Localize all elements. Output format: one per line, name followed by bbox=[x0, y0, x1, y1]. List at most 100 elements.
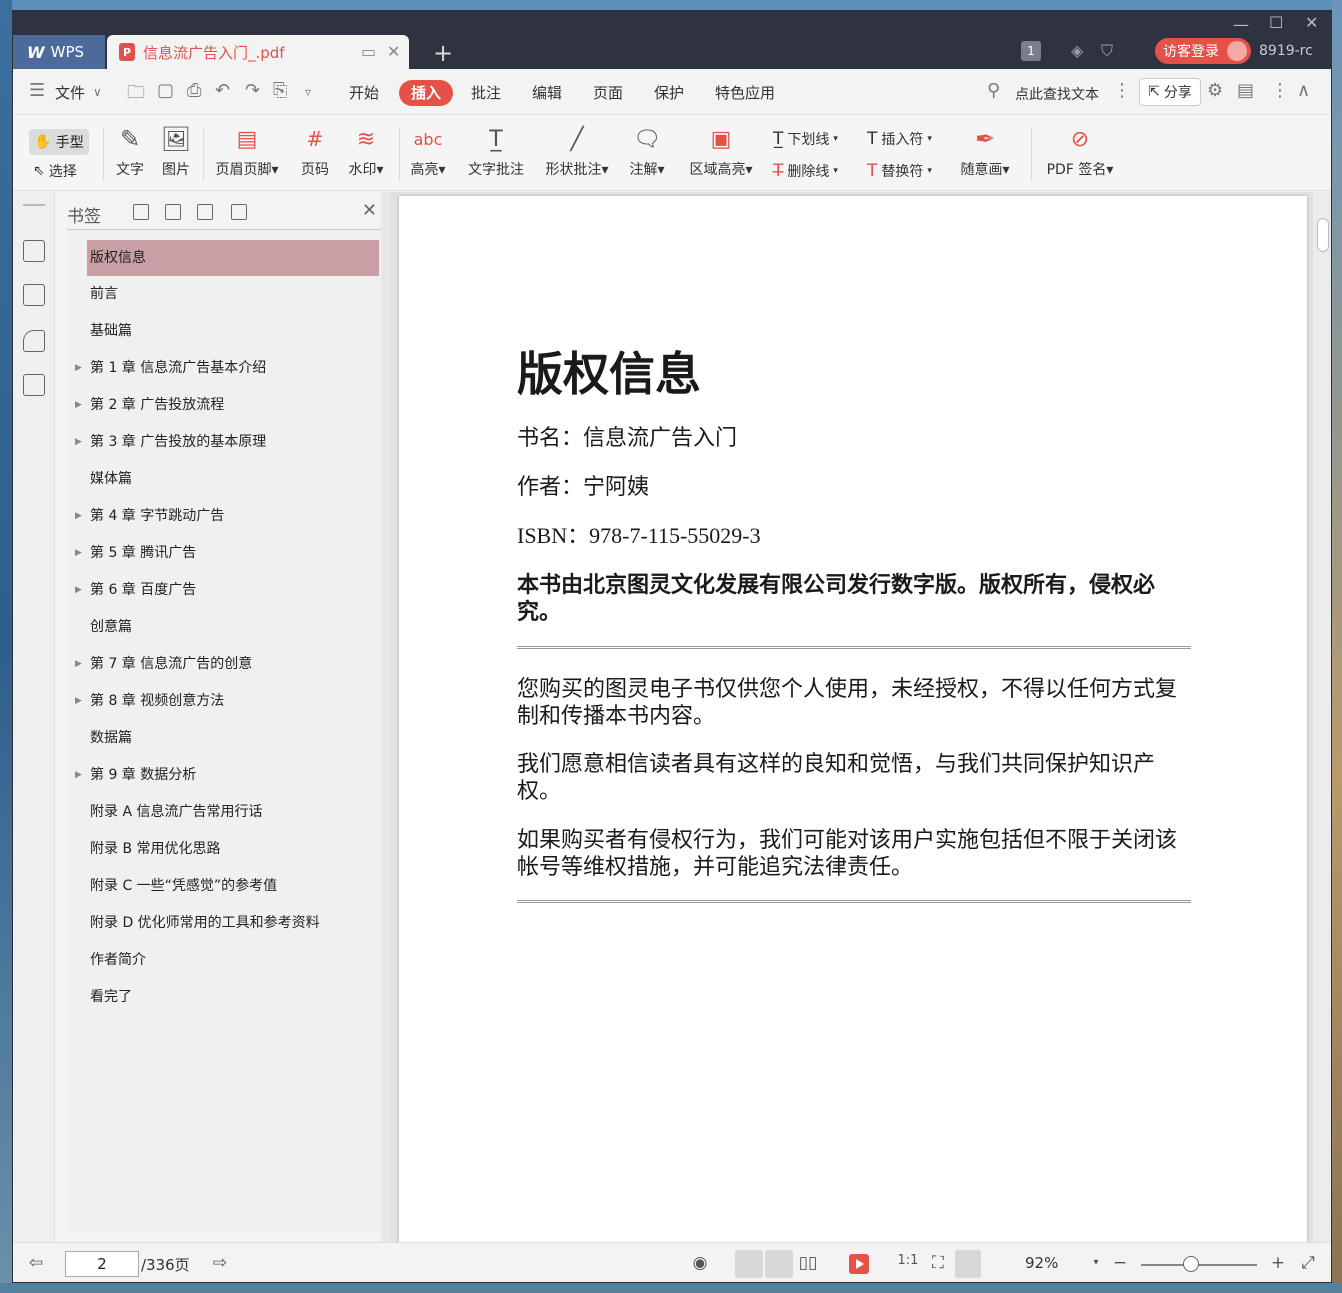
expand-arrow-icon[interactable]: ▶ bbox=[75, 683, 82, 720]
document-scrollbar[interactable] bbox=[1313, 192, 1331, 1242]
bookmark-item[interactable]: 前言 bbox=[87, 276, 379, 313]
bookmark-item[interactable]: 基础篇 bbox=[87, 313, 379, 350]
insert-char-button[interactable]: T 插入符 ▾ bbox=[867, 129, 932, 149]
play-icon[interactable] bbox=[849, 1254, 869, 1274]
collapse-ribbon-icon[interactable]: ∧ bbox=[1297, 80, 1310, 101]
wps-home-tab[interactable]: W WPS bbox=[13, 35, 105, 69]
fit-width-button[interactable] bbox=[955, 1250, 981, 1278]
header-footer-button[interactable]: ▤ 页眉页脚▾ bbox=[209, 121, 285, 179]
page-number-input[interactable]: 2 bbox=[65, 1251, 139, 1277]
expand-arrow-icon[interactable]: ▶ bbox=[75, 424, 82, 461]
scrollbar-thumb[interactable] bbox=[1317, 218, 1329, 252]
expand-arrow-icon[interactable]: ▶ bbox=[75, 350, 82, 387]
sign-panel-icon[interactable] bbox=[23, 374, 45, 396]
screen-icon[interactable]: ▭ bbox=[361, 42, 376, 61]
expand-arrow-icon[interactable]: ▶ bbox=[75, 498, 82, 535]
minimize-icon[interactable]: — bbox=[1233, 15, 1249, 34]
bookmark-item[interactable]: 附录 D 优化师常用的工具和参考资料 bbox=[87, 905, 379, 942]
file-menu[interactable]: 文件 bbox=[55, 82, 85, 103]
more-quick-icon[interactable]: ▿ bbox=[305, 85, 311, 99]
new-tab-button[interactable]: + bbox=[433, 39, 453, 67]
bookmark-item[interactable]: 附录 C 一些“凭感觉”的参考值 bbox=[87, 868, 379, 905]
search-text[interactable]: 点此查找文本 bbox=[1015, 84, 1099, 104]
shape-comment-button[interactable]: ╱ 形状批注▾ bbox=[539, 121, 615, 179]
search-icon[interactable]: ⚲ bbox=[987, 80, 1000, 101]
menu-insert[interactable]: 插入 bbox=[399, 80, 453, 106]
add-child-bookmark-icon[interactable] bbox=[165, 204, 181, 220]
expand-arrow-icon[interactable]: ▶ bbox=[75, 535, 82, 572]
maximize-icon[interactable]: ☐ bbox=[1269, 13, 1283, 32]
bookmark-item[interactable]: ▶ 第 8 章 视频创意方法 bbox=[75, 683, 379, 720]
bookmark-item[interactable]: ▶ 第 2 章 广告投放流程 bbox=[75, 387, 379, 424]
two-page-view-icon[interactable]: ▯▯ bbox=[797, 1253, 819, 1273]
annotation-icon[interactable] bbox=[23, 330, 45, 352]
zoom-level[interactable]: 92% bbox=[1025, 1254, 1058, 1272]
menu-special[interactable]: 特色应用 bbox=[715, 82, 775, 103]
bookmark-item[interactable]: ▶ 第 5 章 腾讯广告 bbox=[75, 535, 379, 572]
fit-page-icon[interactable]: ⛶ bbox=[927, 1253, 949, 1273]
page-number-button[interactable]: # 页码 bbox=[295, 121, 335, 179]
close-tab-icon[interactable]: ✕ bbox=[387, 42, 400, 61]
fullscreen-icon[interactable]: ⤢ bbox=[1297, 1253, 1319, 1273]
expand-arrow-icon[interactable]: ▶ bbox=[75, 572, 82, 609]
export-icon[interactable]: ⎘ bbox=[273, 80, 287, 101]
zoom-slider-knob[interactable] bbox=[1183, 1256, 1199, 1272]
bookmark-item[interactable]: ▶ 第 7 章 信息流广告的创意 bbox=[75, 646, 379, 683]
expand-bookmark-icon[interactable] bbox=[197, 204, 213, 220]
bookmark-icon[interactable] bbox=[231, 204, 247, 220]
note-button[interactable]: 🗨 注解▾ bbox=[625, 121, 669, 179]
bookmark-item[interactable]: ▶ 第 3 章 广告投放的基本原理 bbox=[75, 424, 379, 461]
menu-protect[interactable]: 保护 bbox=[654, 82, 684, 103]
add-bookmark-icon[interactable] bbox=[133, 204, 149, 220]
undo-icon[interactable]: ↶ bbox=[215, 80, 230, 101]
bookmark-item[interactable]: 版权信息 bbox=[87, 240, 379, 276]
bookmark-item[interactable]: 附录 A 信息流广告常用行话 bbox=[87, 794, 379, 831]
menu-page[interactable]: 页面 bbox=[593, 82, 623, 103]
underline-button[interactable]: T̲ 下划线 ▾ bbox=[773, 129, 838, 149]
bookmark-item[interactable]: 创意篇 bbox=[87, 609, 379, 646]
bookmark-item[interactable]: 看完了 bbox=[87, 979, 379, 1016]
zoom-slider-track[interactable] bbox=[1141, 1264, 1257, 1266]
bookmark-item[interactable]: ▶ 第 4 章 字节跳动广告 bbox=[75, 498, 379, 535]
login-button[interactable]: 访客登录 bbox=[1155, 38, 1251, 64]
select-tool-button[interactable]: ⇖ 选择 bbox=[33, 161, 77, 181]
more-options-icon[interactable]: ⋮ bbox=[1271, 80, 1289, 101]
bookmark-item[interactable]: 媒体篇 bbox=[87, 461, 379, 498]
insert-text-button[interactable]: ✎ 文字 bbox=[111, 121, 149, 179]
shirt-icon[interactable]: ⛉ bbox=[1101, 41, 1113, 61]
freehand-button[interactable]: ✒ 随意画▾ bbox=[955, 121, 1015, 179]
menu-comment[interactable]: 批注 bbox=[471, 82, 501, 103]
skin-icon[interactable]: ◈ bbox=[1071, 41, 1083, 60]
highlight-button[interactable]: abc 高亮▾ bbox=[405, 121, 451, 179]
replace-char-button[interactable]: T 替换符 ▾ bbox=[867, 161, 932, 181]
bookmark-item[interactable]: ▶ 第 1 章 信息流广告基本介绍 bbox=[75, 350, 379, 387]
hamburger-icon[interactable]: ☰ bbox=[29, 80, 45, 101]
expand-arrow-icon[interactable]: ▶ bbox=[75, 387, 82, 424]
continuous-view-button[interactable] bbox=[735, 1250, 763, 1278]
insert-image-button[interactable]: 🖼 图片 bbox=[157, 121, 195, 179]
close-window-icon[interactable]: ✕ bbox=[1305, 13, 1318, 32]
redo-icon[interactable]: ↷ bbox=[245, 80, 260, 101]
bookmark-item[interactable]: 作者简介 bbox=[87, 942, 379, 979]
window-count-badge[interactable]: 1 bbox=[1021, 41, 1041, 61]
pdf-sign-button[interactable]: ⊘ PDF 签名▾ bbox=[1041, 121, 1119, 179]
bookmark-item[interactable]: ▶ 第 6 章 百度广告 bbox=[75, 572, 379, 609]
chat-icon[interactable]: ▤ bbox=[1237, 80, 1254, 101]
bookmark-list-icon[interactable] bbox=[23, 240, 45, 262]
share-button[interactable]: ⇱ 分享 bbox=[1139, 78, 1201, 106]
open-folder-icon[interactable]: 🗀 bbox=[127, 80, 145, 110]
thumbnail-icon[interactable] bbox=[23, 284, 45, 306]
close-panel-icon[interactable]: ✕ bbox=[362, 200, 377, 221]
strikethrough-button[interactable]: T̶ 删除线 ▾ bbox=[773, 161, 838, 181]
bookmark-item[interactable]: ▶ 第 9 章 数据分析 bbox=[75, 757, 379, 794]
bookmark-item[interactable]: 附录 B 常用优化思路 bbox=[87, 831, 379, 868]
expand-arrow-icon[interactable]: ▶ bbox=[75, 757, 82, 794]
menu-start[interactable]: 开始 bbox=[349, 82, 379, 103]
text-comment-button[interactable]: T̲ 文字批注 bbox=[463, 121, 529, 179]
zoom-dropdown-icon[interactable]: ▾ bbox=[1085, 1257, 1107, 1277]
zoom-out-icon[interactable]: − bbox=[1109, 1253, 1131, 1273]
more-vertical-icon[interactable]: ⋮ bbox=[1113, 80, 1131, 101]
zoom-in-icon[interactable]: + bbox=[1267, 1253, 1289, 1273]
save-icon[interactable]: ▢ bbox=[157, 80, 174, 101]
document-tab[interactable]: P 信息流广告入门_.pdf ▭ ✕ bbox=[107, 35, 409, 69]
